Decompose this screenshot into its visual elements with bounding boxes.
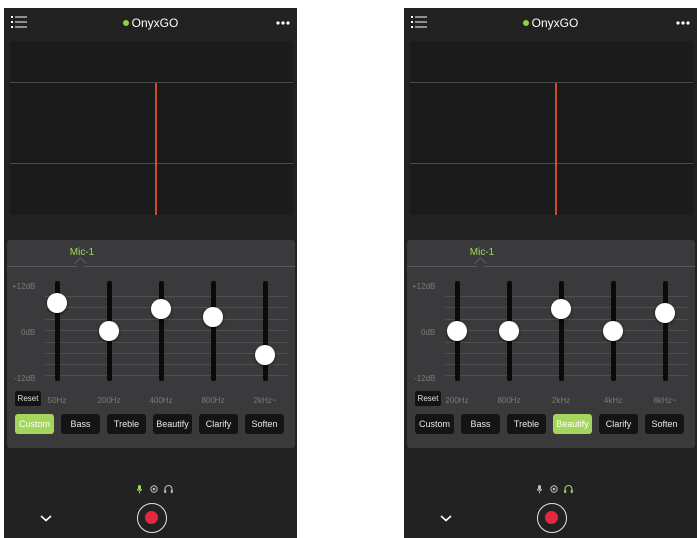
device-name: OnyxGO [131,16,179,30]
record-button[interactable] [537,503,567,533]
camera-icon[interactable] [550,485,558,493]
chevron-down-icon[interactable] [39,513,53,523]
preset-button-treble[interactable]: Treble [507,414,546,434]
eq-slider-knob[interactable] [151,299,171,319]
eq-slider-knob[interactable] [203,307,223,327]
eq-grid-line [445,330,687,331]
connection-status-dot [522,20,529,26]
connection-status-dot [122,20,129,26]
more-options-icon[interactable] [275,14,291,28]
headphone-icon[interactable] [164,484,173,494]
audio-monitor [410,41,693,215]
frequency-label: 4kHz [603,396,623,405]
preset-button-beautify[interactable]: Beautify [153,414,192,434]
reset-button[interactable]: Reset [415,391,441,406]
record-icon [145,511,158,524]
db-label-bottom: -12dB [14,374,36,383]
input-source-icons [136,484,173,494]
eq-slider-knob[interactable] [99,321,119,341]
eq-slider-knob[interactable] [47,293,67,313]
tab-mic-1[interactable]: Mic-1 [407,247,557,258]
preset-button-custom[interactable]: Custom [415,414,454,434]
headphone-icon[interactable] [564,484,573,494]
frequency-label: 200Hz [445,396,469,405]
eq-grid-line [445,353,687,354]
eq-grid-line [445,296,687,297]
eq-slider-knob[interactable] [499,321,519,341]
eq-slider-knob[interactable] [447,321,467,341]
eq-grid-line [445,319,687,320]
tab-indicator [474,257,487,270]
mic-icon[interactable] [136,485,143,494]
eq-slider-knob[interactable] [551,299,571,319]
reset-button[interactable]: Reset [15,391,41,406]
frequency-label: 50Hz [47,396,67,405]
eq-slider-knob[interactable] [655,303,675,323]
preset-button-soften[interactable]: Soften [245,414,284,434]
preset-button-beautify[interactable]: Beautify [553,414,592,434]
preset-button-clarify[interactable]: Clarify [199,414,238,434]
db-label-bottom: -12dB [414,374,436,383]
frequency-label: 8kHz~ [653,396,677,405]
frequency-label: 2kHz [551,396,571,405]
frequency-label: 400Hz [149,396,173,405]
eq-slider-knob[interactable] [603,321,623,341]
tab-indicator [74,257,87,270]
eq-slider-track[interactable] [663,281,668,381]
preset-button-treble[interactable]: Treble [107,414,146,434]
preset-button-bass[interactable]: Bass [461,414,500,434]
eq-grid-line [45,296,287,297]
eq-grid-line [45,375,287,376]
monitor-guide-line [10,82,293,83]
record-icon [545,511,558,524]
eq-grid-line [45,364,287,365]
frequency-label: 2kHz~ [253,396,277,405]
eq-slider-track[interactable] [159,281,164,381]
audio-monitor [10,41,293,215]
eq-tab-bar: Mic-1 [407,240,695,270]
frequency-label: 800Hz [201,396,225,405]
eq-slider-track[interactable] [211,281,216,381]
db-label-top: +12dB [412,282,436,291]
record-button[interactable] [137,503,167,533]
monitor-guide-line [10,163,293,164]
chevron-down-icon[interactable] [439,513,453,523]
frequency-label: 200Hz [97,396,121,405]
equalizer-panel: Mic-1 +12dB 0dB -12dB 50Hz 200Hz 400Hz 800H… [7,240,295,448]
eq-grid-line [445,364,687,365]
eq-grid-line [45,353,287,354]
playhead[interactable] [555,83,557,215]
equalizer-panel: Mic-1 +12dB 0dB -12dB 200Hz 800Hz 2kHz 4kHz… [407,240,695,448]
mic-icon[interactable] [536,485,543,494]
eq-tab-bar: Mic-1 [7,240,295,270]
input-source-icons [536,484,573,494]
preset-button-bass[interactable]: Bass [61,414,100,434]
eq-slider-track[interactable] [263,281,268,381]
monitor-guide-line [410,163,693,164]
more-options-icon[interactable] [675,14,691,28]
app-title: OnyxGO [4,16,297,30]
top-bar: OnyxGO [404,8,697,38]
playhead[interactable] [155,83,157,215]
monitor-guide-line [410,82,693,83]
app-screen-1: OnyxGO Mic-1 +12dB 0dB -12dB 50Hz 200Hz 40… [4,8,297,538]
tab-mic-1[interactable]: Mic-1 [7,247,157,258]
db-label-top: +12dB [12,282,36,291]
frequency-label: 800Hz [497,396,521,405]
eq-slider-track[interactable] [559,281,564,381]
eq-grid-line [445,375,687,376]
eq-grid-line [45,330,287,331]
eq-grid-line [445,342,687,343]
app-title: OnyxGO [404,16,697,30]
preset-button-custom[interactable]: Custom [15,414,54,434]
eq-slider-knob[interactable] [255,345,275,365]
preset-button-clarify[interactable]: Clarify [599,414,638,434]
eq-grid-line [45,319,287,320]
preset-button-soften[interactable]: Soften [645,414,684,434]
camera-icon[interactable] [150,485,158,493]
eq-grid-line [45,342,287,343]
app-screen-2: OnyxGO Mic-1 +12dB 0dB -12dB 200Hz 800Hz 2… [404,8,697,538]
device-name: OnyxGO [531,16,579,30]
top-bar: OnyxGO [4,8,297,38]
